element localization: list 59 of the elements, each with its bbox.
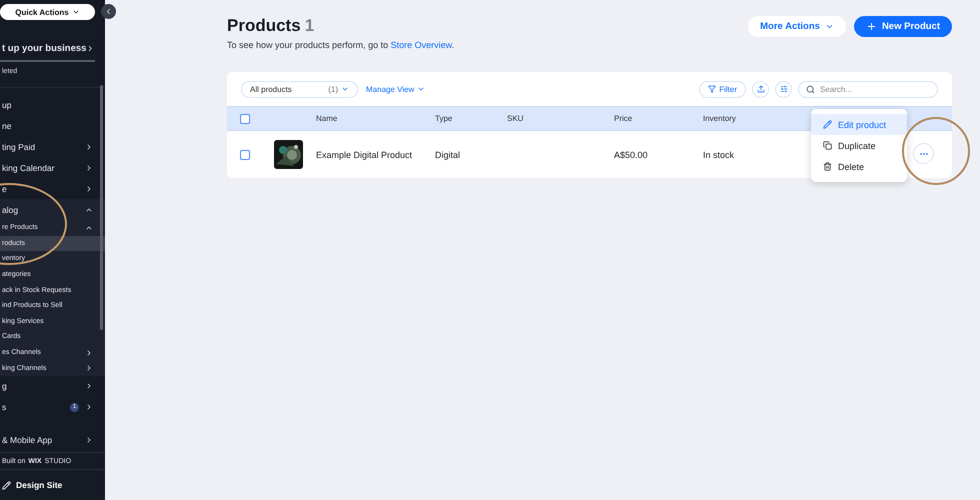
nav-item[interactable]: e bbox=[0, 178, 105, 199]
nav-item[interactable]: alog bbox=[0, 199, 105, 220]
chevron-down-icon bbox=[341, 85, 349, 93]
page-subtitle: To see how your products perform, go to Store Overview. bbox=[227, 40, 454, 50]
column-header[interactable]: Name bbox=[316, 114, 338, 123]
trash-icon bbox=[823, 162, 832, 171]
chevron-down-icon bbox=[824, 22, 834, 31]
pencil-icon bbox=[2, 480, 11, 490]
filter-button[interactable]: Filter bbox=[699, 80, 746, 98]
funnel-icon bbox=[708, 85, 716, 93]
quick-actions-button[interactable]: Quick Actions bbox=[0, 4, 95, 20]
export-button[interactable] bbox=[752, 80, 769, 98]
menu-item[interactable]: Edit product bbox=[811, 114, 907, 135]
settings-button[interactable] bbox=[775, 80, 792, 98]
menu-item[interactable]: Duplicate bbox=[811, 135, 907, 156]
new-product-button[interactable]: New Product bbox=[854, 16, 952, 37]
highlight-circle bbox=[901, 116, 971, 186]
view-dropdown[interactable]: All products (1) bbox=[241, 80, 358, 98]
copy-icon bbox=[823, 141, 832, 150]
manage-view-button[interactable]: Manage View bbox=[366, 84, 426, 94]
plus-icon bbox=[866, 21, 877, 32]
chevron-left-icon bbox=[104, 7, 113, 16]
chevron-down-icon bbox=[417, 85, 426, 93]
chevron-right-icon bbox=[85, 382, 93, 390]
chevron-right-icon bbox=[85, 403, 93, 412]
column-header[interactable]: Type bbox=[435, 114, 452, 123]
nav-item[interactable]: up bbox=[0, 94, 105, 115]
nav-item[interactable]: & Mobile App bbox=[0, 428, 105, 452]
menu-item[interactable]: Delete bbox=[811, 156, 907, 177]
pencil-icon bbox=[823, 120, 832, 129]
collapse-button[interactable] bbox=[101, 4, 116, 19]
more-actions-button[interactable]: More Actions bbox=[748, 16, 846, 37]
chevron-right-icon bbox=[85, 142, 93, 150]
column-header[interactable]: Price bbox=[614, 114, 632, 123]
design-site-button[interactable]: Design Site bbox=[0, 470, 105, 500]
search-field[interactable]: Search... bbox=[798, 80, 938, 98]
chevron-right-icon bbox=[85, 436, 93, 444]
table-cell: In stock bbox=[703, 150, 734, 160]
nav-item[interactable]: king Calendar bbox=[0, 157, 105, 178]
scrollbar[interactable] bbox=[100, 85, 103, 330]
chevron-down-icon bbox=[72, 8, 80, 16]
table-cell: A$50.00 bbox=[614, 150, 648, 160]
sliders-icon bbox=[780, 85, 788, 93]
upload-icon bbox=[756, 85, 764, 93]
column-header[interactable]: Inventory bbox=[703, 114, 736, 123]
row-checkbox[interactable] bbox=[240, 150, 250, 160]
table-cell: Digital bbox=[435, 150, 460, 160]
store-overview-link[interactable]: Store Overview bbox=[390, 40, 452, 50]
nav-item[interactable]: ne bbox=[0, 115, 105, 136]
search-icon bbox=[806, 84, 815, 94]
page-title: Products 1 bbox=[227, 16, 316, 36]
setup-title: t up your business bbox=[2, 42, 86, 54]
chevron-right-icon bbox=[85, 164, 93, 172]
table-cell: Example Digital Product bbox=[316, 150, 412, 160]
nav-item[interactable]: g bbox=[0, 376, 105, 397]
chevron-right-icon bbox=[85, 184, 93, 192]
nav-item[interactable]: ting Paid bbox=[0, 136, 105, 157]
select-all-checkbox[interactable] bbox=[240, 114, 250, 124]
column-header[interactable]: SKU bbox=[507, 114, 524, 123]
